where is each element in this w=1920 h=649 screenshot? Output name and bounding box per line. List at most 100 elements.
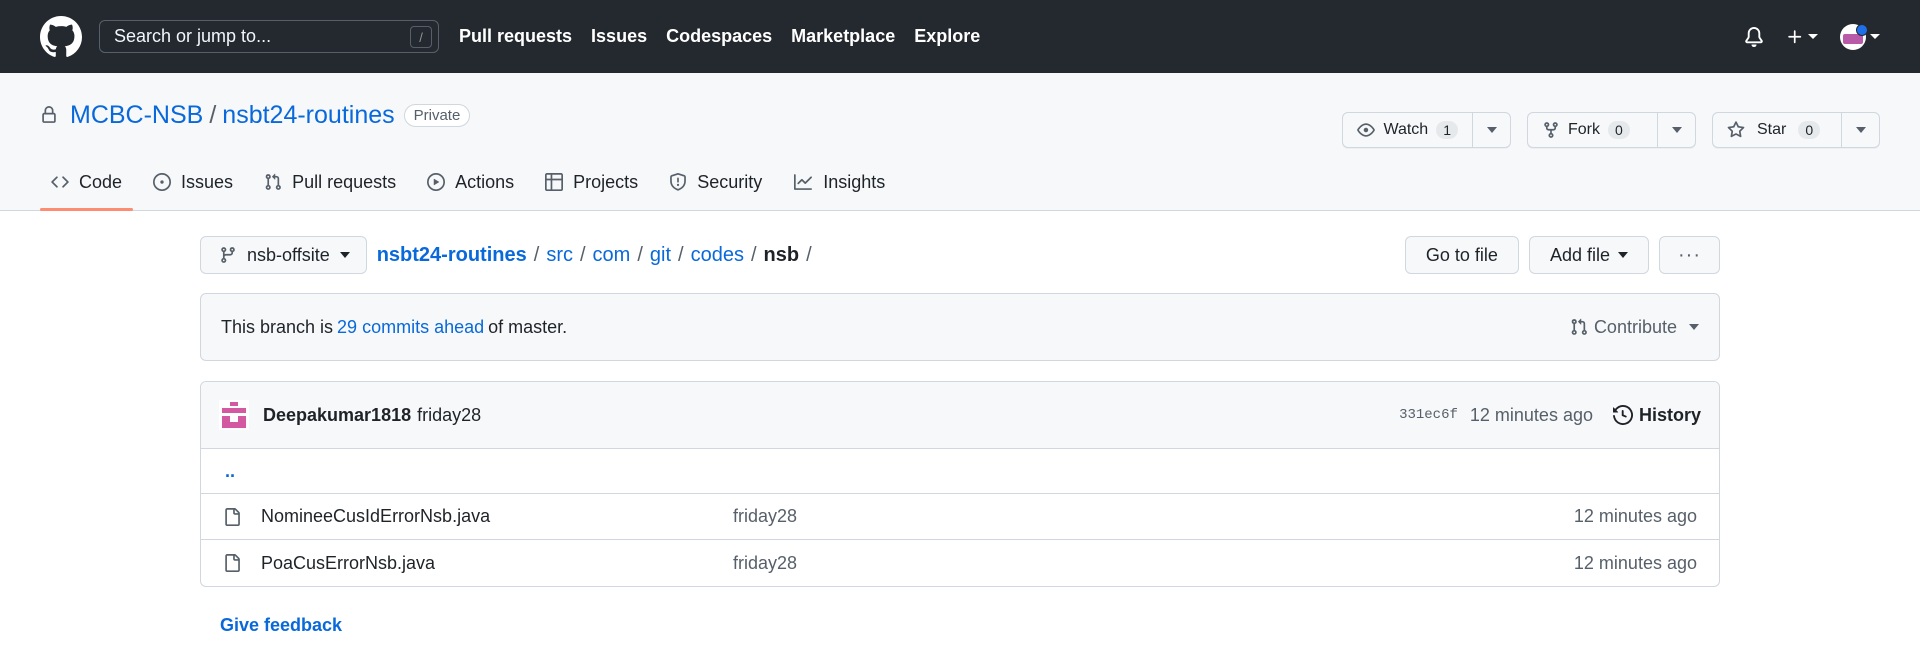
- history-icon: [1612, 405, 1633, 425]
- watch-label: Watch: [1383, 121, 1429, 138]
- breadcrumb-com[interactable]: com: [593, 244, 631, 267]
- file-icon: [223, 507, 243, 527]
- tab-code[interactable]: Code: [40, 154, 134, 211]
- go-to-file-button[interactable]: Go to file: [1404, 236, 1519, 274]
- breadcrumb-codes[interactable]: codes: [691, 244, 744, 267]
- pull-request-icon: [1571, 318, 1587, 335]
- repo-title: MCBC-NSB / nsbt24-routines Private: [40, 95, 471, 135]
- repo-name-link[interactable]: nsbt24-routines: [222, 101, 394, 130]
- search-placeholder: Search or jump to...: [114, 26, 272, 46]
- nav-codespaces[interactable]: Codespaces: [666, 26, 772, 47]
- tab-label: Insights: [823, 171, 886, 192]
- chevron-down-icon: [1671, 127, 1682, 133]
- star-icon: [1727, 121, 1745, 138]
- watch-dropdown-button[interactable]: [1472, 113, 1510, 147]
- chevron-down-icon: [1855, 127, 1866, 133]
- path-row: nsb-offsite nsbt24-routines / src / com …: [200, 235, 1720, 275]
- fork-dropdown-button[interactable]: [1657, 113, 1695, 147]
- commit-message[interactable]: friday28: [417, 405, 481, 426]
- tab-insights[interactable]: Insights: [782, 154, 896, 210]
- github-logo-icon[interactable]: [40, 15, 82, 58]
- file-table: Deepakumar1818 friday28 331ec6f 12 minut…: [200, 381, 1720, 587]
- global-nav: Pull requests Issues Codespaces Marketpl…: [459, 26, 999, 47]
- file-name-link[interactable]: NomineeCusIdErrorNsb.java: [261, 506, 733, 527]
- file-commit-message[interactable]: friday28: [733, 506, 797, 527]
- parent-directory-link[interactable]: ..: [225, 461, 235, 482]
- chevron-down-icon: [1870, 34, 1880, 39]
- history-button[interactable]: History: [1612, 404, 1701, 426]
- give-feedback-link[interactable]: Give feedback: [220, 615, 342, 635]
- commit-time: 12 minutes ago: [1469, 404, 1593, 425]
- breadcrumb: nsbt24-routines / src / com / git / code…: [377, 244, 819, 267]
- eye-icon: [1357, 123, 1376, 137]
- watch-button[interactable]: Watch 1: [1343, 113, 1472, 147]
- breadcrumb-separator: /: [806, 243, 812, 266]
- tab-label: Pull requests: [292, 171, 397, 192]
- chevron-down-icon: [339, 252, 350, 258]
- table-row: PoaCusErrorNsb.java friday28 12 minutes …: [201, 540, 1719, 586]
- search-input[interactable]: Search or jump to... /: [99, 20, 439, 53]
- breadcrumb-src[interactable]: src: [546, 244, 573, 267]
- nav-pull-requests[interactable]: Pull requests: [459, 26, 572, 47]
- contribute-label: Contribute: [1593, 316, 1677, 337]
- commit-sha[interactable]: 331ec6f: [1399, 407, 1458, 423]
- tab-security[interactable]: Security: [658, 154, 773, 210]
- chevron-down-icon: [1689, 324, 1699, 330]
- breadcrumb-separator: /: [678, 243, 684, 266]
- tab-actions[interactable]: Actions: [416, 154, 525, 210]
- star-dropdown-button[interactable]: [1841, 113, 1879, 147]
- star-label: Star: [1757, 121, 1787, 138]
- global-header: Search or jump to... / Pull requests Iss…: [0, 0, 1920, 73]
- fork-button-group: Fork 0: [1527, 112, 1696, 148]
- star-button[interactable]: Star 0: [1713, 113, 1841, 147]
- file-age: 12 minutes ago: [1573, 552, 1697, 573]
- code-icon: [51, 176, 69, 188]
- user-menu-button[interactable]: [1840, 23, 1880, 50]
- nav-marketplace[interactable]: Marketplace: [791, 26, 895, 47]
- fork-icon: [1544, 122, 1558, 138]
- branch-status-suffix: of master.: [488, 316, 568, 337]
- pull-request-icon: [265, 173, 281, 190]
- contribute-button[interactable]: Contribute: [1570, 317, 1699, 338]
- tab-projects[interactable]: Projects: [534, 154, 649, 210]
- fork-label: Fork: [1568, 121, 1600, 138]
- tab-label: Code: [79, 171, 123, 192]
- bell-icon[interactable]: [1744, 26, 1764, 47]
- feedback-section: Give feedback: [220, 615, 1720, 636]
- branch-icon: [221, 247, 235, 263]
- breadcrumb-git[interactable]: git: [650, 244, 671, 267]
- tab-issues[interactable]: Issues: [142, 154, 244, 210]
- latest-commit-row: Deepakumar1818 friday28 331ec6f 12 minut…: [201, 382, 1719, 449]
- breadcrumb-root[interactable]: nsbt24-routines: [377, 244, 527, 267]
- branch-status-prefix: This branch is: [221, 316, 334, 337]
- file-name-link[interactable]: PoaCusErrorNsb.java: [261, 553, 733, 574]
- chevron-down-icon: [1808, 34, 1818, 39]
- add-file-button[interactable]: Add file: [1528, 236, 1649, 274]
- commits-ahead-link[interactable]: 29 commits ahead: [337, 317, 484, 338]
- tab-pull-requests[interactable]: Pull requests: [253, 154, 407, 210]
- repo-separator: /: [209, 100, 217, 129]
- repo-tabs: Code Issues Pull requests Actions Projec…: [40, 154, 905, 211]
- tab-label: Projects: [573, 171, 639, 192]
- plus-icon: [1788, 29, 1802, 43]
- commit-author[interactable]: Deepakumar1818: [263, 405, 411, 426]
- parent-directory-row: ..: [201, 449, 1719, 494]
- create-new-button[interactable]: [1786, 28, 1818, 46]
- avatar[interactable]: [219, 400, 249, 430]
- chevron-down-icon: [1618, 252, 1628, 258]
- file-commit-message[interactable]: friday28: [733, 553, 797, 574]
- history-label: History: [1638, 404, 1701, 425]
- branch-name: nsb-offsite: [247, 244, 330, 265]
- nav-issues[interactable]: Issues: [591, 26, 647, 47]
- nav-explore[interactable]: Explore: [914, 26, 980, 47]
- repo-owner-link[interactable]: MCBC-NSB: [70, 101, 203, 130]
- branch-selector-button[interactable]: nsb-offsite: [200, 236, 367, 274]
- branch-status-box: This branch is 29 commits ahead of maste…: [200, 293, 1720, 361]
- breadcrumb-current: nsb: [763, 243, 800, 266]
- fork-count: 0: [1608, 121, 1630, 139]
- table-icon: [545, 173, 564, 191]
- repo-action-buttons: Watch 1 Fork 0 Star 0: [1342, 112, 1880, 148]
- more-options-button[interactable]: ···: [1659, 236, 1720, 274]
- breadcrumb-separator: /: [533, 243, 540, 266]
- fork-button[interactable]: Fork 0: [1528, 113, 1657, 147]
